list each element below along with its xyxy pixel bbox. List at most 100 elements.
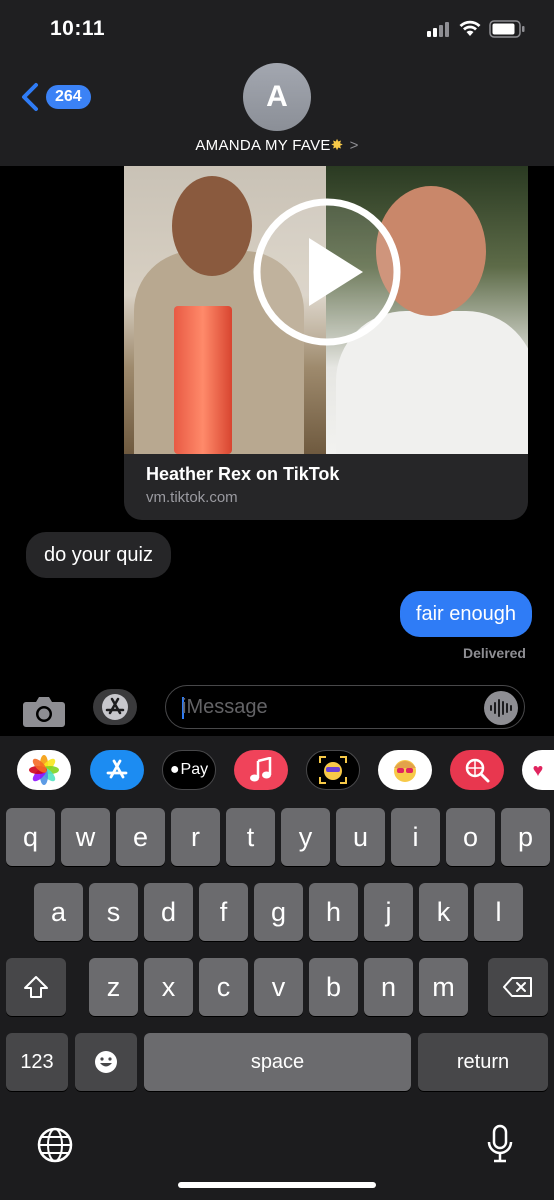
space-key[interactable]: space bbox=[144, 1033, 411, 1091]
apple-pay-button[interactable]: ● Pay bbox=[162, 750, 216, 790]
shift-icon bbox=[24, 976, 48, 998]
app-store-button[interactable] bbox=[93, 689, 137, 725]
key-s-label: s bbox=[106, 896, 121, 927]
key-p[interactable]: p bbox=[501, 808, 550, 866]
key-o[interactable]: o bbox=[446, 808, 495, 866]
key-c[interactable]: c bbox=[199, 958, 248, 1016]
dictation-mic-icon[interactable] bbox=[486, 1124, 514, 1169]
key-a-label: a bbox=[50, 896, 67, 927]
chevron-right-icon: > bbox=[349, 137, 359, 154]
key-p-label: p bbox=[517, 821, 534, 852]
wifi-icon bbox=[459, 20, 481, 36]
battery-icon bbox=[489, 20, 525, 38]
outgoing-message-bubble[interactable]: fair enough bbox=[399, 591, 532, 637]
contact-avatar[interactable]: A bbox=[243, 63, 311, 131]
key-n[interactable]: n bbox=[364, 958, 413, 1016]
memoji-face-icon bbox=[319, 756, 347, 784]
compose-bar: iMessage bbox=[0, 680, 554, 736]
key-r-label: r bbox=[191, 821, 200, 852]
status-time: 10:11 bbox=[50, 17, 106, 40]
key-e-label: e bbox=[132, 821, 149, 852]
key-r[interactable]: r bbox=[171, 808, 220, 866]
key-g-label: g bbox=[270, 896, 287, 927]
key-s[interactable]: s bbox=[89, 883, 138, 941]
play-icon[interactable] bbox=[251, 196, 403, 348]
key-k[interactable]: k bbox=[419, 883, 468, 941]
key-v[interactable]: v bbox=[254, 958, 303, 1016]
status-bar: 10:11 bbox=[0, 0, 554, 60]
video-thumbnail[interactable] bbox=[124, 166, 528, 454]
camera-icon[interactable] bbox=[22, 694, 66, 728]
key-h[interactable]: h bbox=[309, 883, 358, 941]
app-store-icon bbox=[106, 759, 128, 779]
return-key-label: return bbox=[456, 1050, 510, 1073]
key-h-label: h bbox=[325, 896, 342, 927]
key-j-label: j bbox=[385, 896, 392, 927]
key-l[interactable]: l bbox=[474, 883, 523, 941]
memoji-camera-button[interactable] bbox=[306, 750, 360, 790]
key-w-label: w bbox=[75, 821, 96, 852]
backspace-icon bbox=[503, 977, 532, 997]
key-b-label: b bbox=[325, 971, 342, 1002]
chevron-left-icon bbox=[22, 83, 38, 111]
digital-touch-button[interactable]: ♥ bbox=[522, 750, 554, 790]
key-i[interactable]: i bbox=[391, 808, 440, 866]
key-z[interactable]: z bbox=[89, 958, 138, 1016]
home-indicator bbox=[178, 1182, 376, 1188]
return-key[interactable]: return bbox=[418, 1033, 548, 1091]
app-store-icon bbox=[102, 694, 128, 720]
key-q[interactable]: q bbox=[6, 808, 55, 866]
photos-icon bbox=[29, 755, 59, 785]
delivery-status: Delivered bbox=[462, 645, 526, 661]
heart-icon: ♥ bbox=[532, 759, 544, 780]
key-u-label: u bbox=[352, 821, 369, 852]
key-d-label: d bbox=[160, 896, 177, 927]
key-m[interactable]: m bbox=[419, 958, 468, 1016]
gif-search-button[interactable] bbox=[450, 750, 504, 790]
waveform-icon bbox=[490, 699, 512, 717]
link-url: vm.tiktok.com bbox=[146, 489, 238, 506]
photos-app-button[interactable] bbox=[17, 750, 71, 790]
music-note-icon bbox=[250, 757, 272, 782]
globe-search-icon bbox=[465, 758, 490, 783]
app-store-tray-button[interactable] bbox=[90, 750, 144, 790]
sparkle-emoji-icon: ✸ bbox=[330, 137, 344, 154]
key-f-label: f bbox=[219, 896, 228, 927]
link-preview-card[interactable]: Heather Rex on TikTok vm.tiktok.com bbox=[124, 166, 528, 520]
red-cup bbox=[174, 306, 232, 454]
message-input[interactable]: iMessage bbox=[165, 685, 525, 729]
key-y-label: y bbox=[298, 821, 313, 852]
memoji-stickers-button[interactable] bbox=[378, 750, 432, 790]
key-u[interactable]: u bbox=[336, 808, 385, 866]
key-j[interactable]: j bbox=[364, 883, 413, 941]
key-t-label: t bbox=[246, 821, 255, 852]
incoming-message-bubble[interactable]: do your quiz bbox=[26, 532, 171, 578]
delete-key[interactable] bbox=[488, 958, 548, 1016]
key-v-label: v bbox=[271, 971, 286, 1002]
key-a[interactable]: a bbox=[34, 883, 83, 941]
audio-message-button[interactable] bbox=[484, 691, 518, 725]
contact-name: AMANDA MY FAVE bbox=[195, 137, 331, 154]
key-t[interactable]: t bbox=[226, 808, 275, 866]
apple-pay-label: Pay bbox=[180, 761, 209, 778]
emoji-key[interactable] bbox=[75, 1033, 137, 1091]
key-d[interactable]: d bbox=[144, 883, 193, 941]
numbers-key[interactable]: 123 bbox=[6, 1033, 68, 1091]
message-placeholder: iMessage bbox=[182, 696, 268, 718]
cellular-signal-icon bbox=[427, 22, 449, 37]
key-w[interactable]: w bbox=[61, 808, 110, 866]
globe-icon[interactable] bbox=[36, 1126, 74, 1169]
key-f[interactable]: f bbox=[199, 883, 248, 941]
shift-key[interactable] bbox=[6, 958, 66, 1016]
key-y[interactable]: y bbox=[281, 808, 330, 866]
key-g[interactable]: g bbox=[254, 883, 303, 941]
person-left-head bbox=[172, 176, 252, 276]
back-button[interactable]: 264 bbox=[18, 82, 91, 112]
key-x[interactable]: x bbox=[144, 958, 193, 1016]
music-app-button[interactable] bbox=[234, 750, 288, 790]
key-k-label: k bbox=[436, 896, 451, 927]
unread-count-badge: 264 bbox=[46, 85, 91, 109]
key-e[interactable]: e bbox=[116, 808, 165, 866]
key-b[interactable]: b bbox=[309, 958, 358, 1016]
contact-name-button[interactable]: AMANDA MY FAVE✸ > bbox=[0, 136, 554, 154]
